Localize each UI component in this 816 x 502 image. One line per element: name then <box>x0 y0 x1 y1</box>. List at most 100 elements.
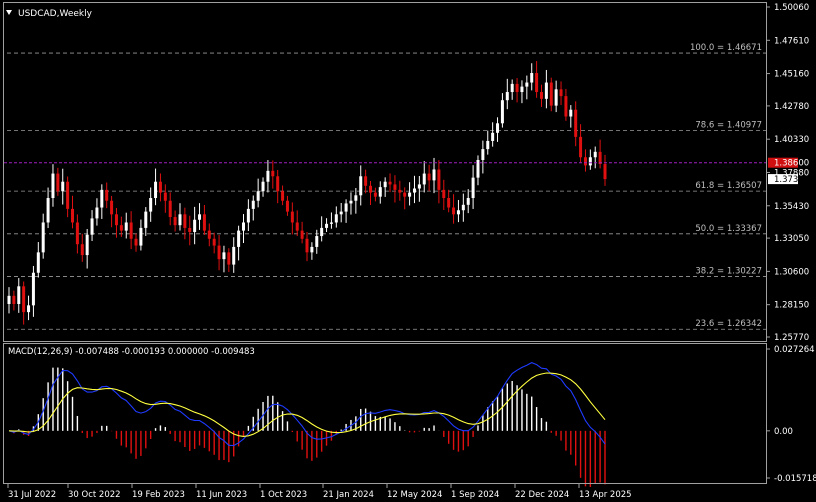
candle-body <box>427 173 431 181</box>
candle-body <box>305 238 309 253</box>
candle-body <box>466 198 470 205</box>
candle-body <box>134 238 138 246</box>
candle-body <box>290 211 294 223</box>
candle-body <box>222 252 226 260</box>
candle-body <box>500 100 504 124</box>
candle-body <box>12 295 16 304</box>
candle-body <box>559 89 563 97</box>
fib-level-label: 50.0 = 1.33367 <box>695 224 762 234</box>
candle-body <box>158 181 162 193</box>
candle-body <box>110 200 114 215</box>
candle-body <box>188 227 192 232</box>
fib-level-label: 100.0 = 1.46671 <box>690 43 762 53</box>
candle-body <box>22 286 26 313</box>
candle-body <box>554 89 558 106</box>
macd-label: MACD(12,26,9) -0.007488 -0.000193 0.0000… <box>8 347 255 357</box>
price-tick-label: 1.28150 <box>774 301 809 311</box>
price-tick-label: 1.50060 <box>774 3 809 13</box>
candle-body <box>403 192 407 197</box>
time-tick-label: 13 Apr 2025 <box>579 490 632 500</box>
candle-body <box>27 305 31 313</box>
candle-body <box>163 192 167 201</box>
candle-body <box>535 73 539 93</box>
candle-body <box>207 230 211 239</box>
price-tick-label: 1.47610 <box>774 36 809 46</box>
price-tick-label: 1.42780 <box>774 102 809 112</box>
candle-body <box>505 92 509 101</box>
candle-body <box>237 230 241 247</box>
candle-body <box>227 252 231 265</box>
candle-body <box>212 238 216 246</box>
candle-body <box>271 170 275 177</box>
candle-body <box>530 73 534 83</box>
candle-body <box>564 96 568 117</box>
candle-body <box>579 136 583 158</box>
price-tick-label: 1.40330 <box>774 135 809 145</box>
candle-body <box>66 181 70 209</box>
candle-body <box>442 189 446 199</box>
candle-body <box>251 200 255 209</box>
candle-body <box>388 181 392 185</box>
candle-body <box>129 222 133 239</box>
candle-body <box>574 109 578 137</box>
chart-background <box>0 0 816 502</box>
candle-body <box>549 82 553 106</box>
candle-body <box>339 211 343 215</box>
candle-body <box>178 214 182 226</box>
candle-body <box>315 236 319 247</box>
candle-body <box>583 157 587 166</box>
candle-body <box>281 191 285 201</box>
candle-body <box>510 83 514 93</box>
candle-body <box>144 211 148 228</box>
candle-body <box>393 184 397 190</box>
candle-body <box>114 214 118 226</box>
candle-body <box>295 222 299 231</box>
fib-level-label: 78.6 = 1.40977 <box>695 120 762 130</box>
candle-body <box>193 219 197 232</box>
candle-body <box>95 207 99 219</box>
candle-body <box>149 198 153 212</box>
candle-body <box>383 181 387 188</box>
candle-body <box>246 208 250 223</box>
candle-body <box>183 214 187 228</box>
fib-level-label: 61.8 = 1.36507 <box>695 181 762 191</box>
current-price-label: 1.38600 <box>774 159 809 169</box>
time-tick-label: 21 Jan 2024 <box>323 490 374 500</box>
candle-body <box>168 200 172 218</box>
price-tick-label: 1.45160 <box>774 70 809 80</box>
price-tick-label: 1.30600 <box>774 267 809 277</box>
candle-body <box>41 222 45 253</box>
candle-body <box>515 83 519 93</box>
candle-body <box>124 222 128 231</box>
candle-body <box>496 123 500 133</box>
candle-body <box>85 234 89 256</box>
fib-level-label: 23.6 = 1.26342 <box>695 319 762 329</box>
candle-body <box>105 189 109 201</box>
macd-tick-label: 0.027264 <box>774 345 815 355</box>
time-tick-label: 30 Oct 2022 <box>68 490 121 500</box>
candle-body <box>217 245 221 260</box>
candle-body <box>354 195 358 201</box>
candle-body <box>75 222 79 245</box>
candle-body <box>412 188 416 193</box>
candle-body <box>432 169 436 181</box>
candle-body <box>359 176 363 196</box>
candle-body <box>369 185 373 193</box>
candle-body <box>36 252 40 273</box>
candle-body <box>417 184 421 189</box>
candle-body <box>344 203 348 212</box>
candle-body <box>266 170 270 182</box>
candle-body <box>173 217 177 226</box>
candle-body <box>325 223 329 228</box>
candle-body <box>378 187 382 197</box>
candle-body <box>276 176 280 192</box>
candle-body <box>261 181 265 192</box>
candle-body <box>90 218 94 235</box>
candle-body <box>51 173 55 199</box>
candle-body <box>139 227 143 246</box>
time-tick-label: 12 May 2024 <box>387 490 442 500</box>
close-price-label: 1.37393 <box>774 175 809 185</box>
price-tick-label: 1.35430 <box>774 202 809 212</box>
candle-body <box>373 192 377 197</box>
candle-body <box>593 151 597 158</box>
